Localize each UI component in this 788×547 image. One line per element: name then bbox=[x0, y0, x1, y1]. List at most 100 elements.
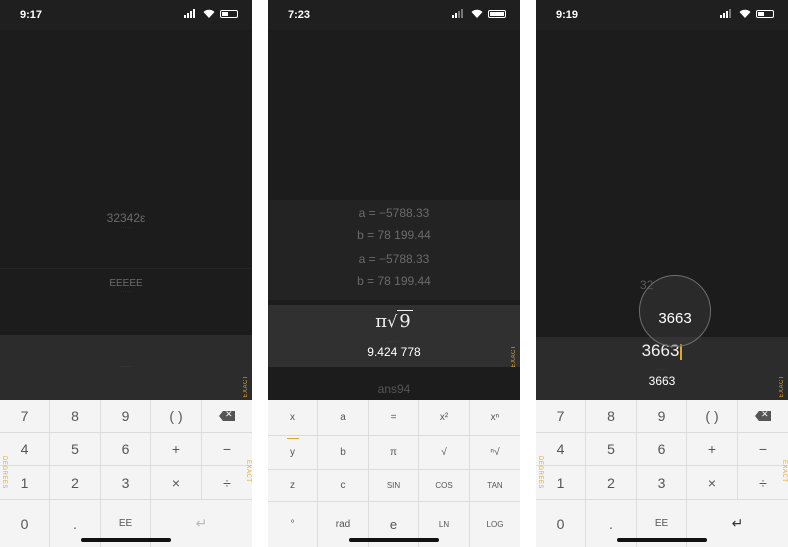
radical-icon: √ bbox=[387, 312, 398, 331]
status-time: 7:23 bbox=[288, 9, 311, 21]
key-5[interactable]: 5 bbox=[50, 433, 101, 466]
backspace-icon bbox=[755, 411, 771, 421]
battery-icon bbox=[220, 9, 238, 18]
return-icon: ↵ bbox=[195, 515, 208, 531]
wifi-icon bbox=[203, 9, 215, 18]
key-plus[interactable]: + bbox=[151, 433, 202, 466]
key-8[interactable]: 8 bbox=[50, 400, 101, 433]
history-entry[interactable]: a = −5788.33 bbox=[268, 252, 520, 266]
history-entry[interactable]: a = −5788.33 bbox=[268, 206, 520, 220]
key-1[interactable]: 1 bbox=[0, 466, 50, 500]
history-expression: 32342ε bbox=[106, 211, 146, 225]
key-x[interactable]: x bbox=[268, 400, 318, 436]
next-entry-hint[interactable]: ans94 bbox=[268, 382, 520, 396]
key-6[interactable]: 6 bbox=[637, 433, 687, 466]
phone-screen-2: 7:23 a = −5788.33 b = 78 199.44 a = −578… bbox=[268, 0, 520, 547]
calculator-display[interactable]: 32342ε ····· EEEEE ····· ······ EXACT bbox=[0, 30, 252, 400]
key-1[interactable]: 1 bbox=[536, 466, 586, 500]
expression-radicand: 9 bbox=[397, 310, 413, 332]
key-y[interactable]: y bbox=[268, 436, 318, 470]
key-cos[interactable]: COS bbox=[419, 470, 470, 502]
key-8[interactable]: 8 bbox=[586, 400, 637, 433]
key-3[interactable]: 3 bbox=[637, 466, 687, 500]
degrees-side-label[interactable]: DEGREES bbox=[1, 456, 7, 489]
history-sublabel: ····· bbox=[120, 225, 132, 231]
key-z[interactable]: z bbox=[268, 470, 318, 502]
home-indicator[interactable] bbox=[81, 538, 171, 542]
key-degree[interactable]: ° bbox=[268, 502, 318, 547]
wifi-icon bbox=[739, 9, 751, 18]
history-sublabel: ····· bbox=[120, 289, 132, 295]
function-keypad: x a = x² xⁿ y b π √ ⁿ√ z c SIN COS TAN °… bbox=[268, 400, 520, 547]
current-entry-row[interactable]: 3663 ····· 3663 bbox=[536, 337, 788, 400]
key-5[interactable]: 5 bbox=[586, 433, 637, 466]
key-sin[interactable]: SIN bbox=[369, 470, 419, 502]
key-x-power-n[interactable]: xⁿ bbox=[470, 400, 520, 436]
history-entry[interactable]: EEEEE ····· bbox=[0, 278, 252, 295]
key-plus[interactable]: + bbox=[687, 433, 738, 466]
backspace-button[interactable] bbox=[202, 400, 252, 433]
key-log[interactable]: LOG bbox=[470, 502, 520, 547]
key-x-squared[interactable]: x² bbox=[419, 400, 470, 436]
keypad: 7 8 9 ( ) 4 5 6 + − 1 2 3 × ÷ 0 . EE ↵ D… bbox=[536, 400, 788, 547]
cellular-signal-icon bbox=[184, 9, 198, 18]
key-4[interactable]: 4 bbox=[536, 433, 586, 466]
key-6[interactable]: 6 bbox=[101, 433, 151, 466]
key-9[interactable]: 9 bbox=[101, 400, 151, 433]
exact-mode-label[interactable]: EXACT bbox=[511, 345, 517, 368]
current-expression[interactable]: π√ 9 bbox=[268, 310, 520, 332]
key-c[interactable]: c bbox=[318, 470, 369, 502]
key-4[interactable]: 4 bbox=[0, 433, 50, 466]
key-multiply[interactable]: × bbox=[687, 466, 738, 500]
key-parentheses[interactable]: ( ) bbox=[151, 400, 202, 433]
status-time: 9:17 bbox=[20, 9, 43, 21]
magnified-text: 3663 bbox=[658, 310, 692, 327]
key-pi[interactable]: π bbox=[369, 436, 419, 470]
history-expression: EEEEE bbox=[109, 278, 143, 289]
key-b[interactable]: b bbox=[318, 436, 369, 470]
key-2[interactable]: 2 bbox=[50, 466, 101, 500]
expression-pi: π bbox=[375, 311, 388, 332]
key-tan[interactable]: TAN bbox=[470, 470, 520, 502]
key-equals[interactable]: = bbox=[369, 400, 419, 436]
calculator-display[interactable]: a = −5788.33 b = 78 199.44 a = −5788.33 … bbox=[268, 30, 520, 400]
magnifier-loupe: 3663 bbox=[639, 275, 711, 347]
home-indicator[interactable] bbox=[349, 538, 439, 542]
key-3[interactable]: 3 bbox=[101, 466, 151, 500]
home-indicator[interactable] bbox=[617, 538, 707, 542]
history-entry[interactable]: b = 78 199.44 bbox=[268, 228, 520, 242]
key-7[interactable]: 7 bbox=[536, 400, 586, 433]
battery-icon bbox=[756, 9, 774, 18]
key-a[interactable]: a bbox=[318, 400, 369, 436]
divider bbox=[0, 268, 252, 269]
phone-screen-3: 9:19 32 3663 ····· 3663 3663 EXACT 7 8 9… bbox=[536, 0, 788, 547]
key-nth-root[interactable]: ⁿ√ bbox=[470, 436, 520, 470]
history-entry[interactable]: b = 78 199.44 bbox=[268, 274, 520, 288]
exact-mode-label[interactable]: EXACT bbox=[243, 375, 249, 398]
status-bar: 9:19 bbox=[536, 0, 788, 30]
key-0[interactable]: 0 bbox=[0, 500, 50, 547]
status-time: 9:19 bbox=[556, 9, 579, 21]
exact-mode-label[interactable]: EXACT bbox=[779, 375, 785, 398]
key-square-root[interactable]: √ bbox=[419, 436, 470, 470]
key-multiply[interactable]: × bbox=[151, 466, 202, 500]
key-9[interactable]: 9 bbox=[637, 400, 687, 433]
current-entry-row[interactable]: π√ 9 ····· 9.424 778 bbox=[268, 305, 520, 367]
key-7[interactable]: 7 bbox=[0, 400, 50, 433]
calculator-display[interactable]: 32 3663 ····· 3663 3663 EXACT bbox=[536, 30, 788, 400]
return-icon: ↵ bbox=[731, 515, 744, 531]
battery-icon bbox=[488, 9, 506, 18]
current-entry-row[interactable]: ······ bbox=[0, 335, 252, 400]
backspace-button[interactable] bbox=[738, 400, 788, 433]
exact-side-label[interactable]: EXACT bbox=[245, 460, 251, 483]
phone-screen-1: 9:17 32342ε ····· EEEEE ····· ······ EXA… bbox=[0, 0, 252, 547]
history-entry[interactable]: 32342ε ····· bbox=[0, 211, 252, 231]
exact-side-label[interactable]: EXACT bbox=[781, 460, 787, 483]
key-0[interactable]: 0 bbox=[536, 500, 586, 547]
result-value: 3663 bbox=[648, 374, 676, 388]
key-parentheses[interactable]: ( ) bbox=[687, 400, 738, 433]
key-2[interactable]: 2 bbox=[586, 466, 637, 500]
result-value: 9.424 778 bbox=[367, 345, 421, 359]
degrees-side-label[interactable]: DEGREES bbox=[537, 456, 543, 489]
backspace-icon bbox=[219, 411, 235, 421]
